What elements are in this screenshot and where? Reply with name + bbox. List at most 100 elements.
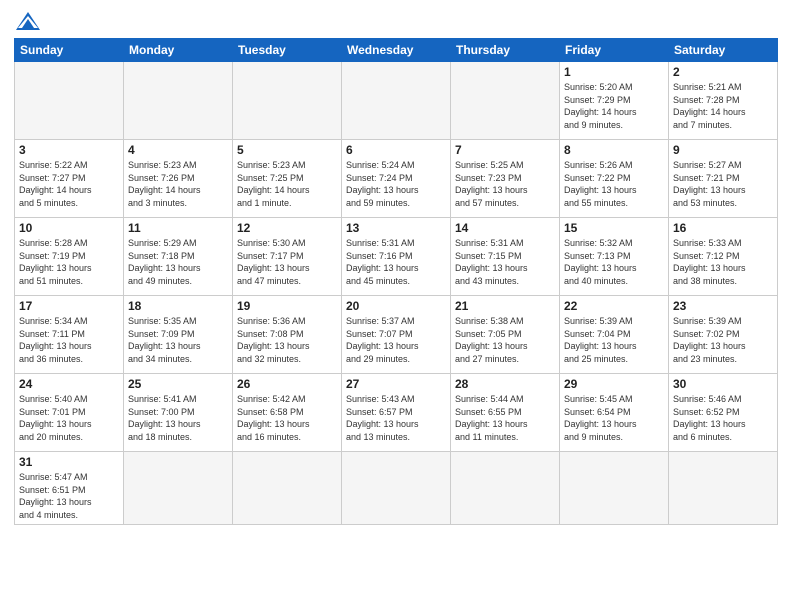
calendar-cell: 22 Sunrise: 5:39 AM Sunset: 7:04 PM Dayli… <box>560 296 669 374</box>
calendar-cell <box>124 452 233 525</box>
day-info: Sunrise: 5:22 AM Sunset: 7:27 PM Dayligh… <box>19 159 119 209</box>
day-info: Sunrise: 5:32 AM Sunset: 7:13 PM Dayligh… <box>564 237 664 287</box>
calendar-cell <box>451 62 560 140</box>
calendar-cell: 18 Sunrise: 5:35 AM Sunset: 7:09 PM Dayli… <box>124 296 233 374</box>
day-info: Sunrise: 5:40 AM Sunset: 7:01 PM Dayligh… <box>19 393 119 443</box>
calendar-cell: 24 Sunrise: 5:40 AM Sunset: 7:01 PM Dayli… <box>15 374 124 452</box>
day-info: Sunrise: 5:21 AM Sunset: 7:28 PM Dayligh… <box>673 81 773 131</box>
calendar-cell: 10 Sunrise: 5:28 AM Sunset: 7:19 PM Dayli… <box>15 218 124 296</box>
day-info: Sunrise: 5:43 AM Sunset: 6:57 PM Dayligh… <box>346 393 446 443</box>
calendar-cell: 4Sunrise: 5:23 AM Sunset: 7:26 PM Daylig… <box>124 140 233 218</box>
day-number: 10 <box>19 221 119 235</box>
day-number: 27 <box>346 377 446 391</box>
day-number: 5 <box>237 143 337 157</box>
calendar-cell <box>233 452 342 525</box>
day-info: Sunrise: 5:27 AM Sunset: 7:21 PM Dayligh… <box>673 159 773 209</box>
day-number: 29 <box>564 377 664 391</box>
day-info: Sunrise: 5:24 AM Sunset: 7:24 PM Dayligh… <box>346 159 446 209</box>
calendar-cell <box>124 62 233 140</box>
calendar-cell: 19 Sunrise: 5:36 AM Sunset: 7:08 PM Dayli… <box>233 296 342 374</box>
calendar-cell <box>451 452 560 525</box>
header <box>14 10 778 32</box>
calendar-cell: 26 Sunrise: 5:42 AM Sunset: 6:58 PM Dayli… <box>233 374 342 452</box>
day-number: 19 <box>237 299 337 313</box>
calendar-cell: 17Sunrise: 5:34 AM Sunset: 7:11 PM Dayli… <box>15 296 124 374</box>
calendar-cell: 6 Sunrise: 5:24 AM Sunset: 7:24 PM Daylig… <box>342 140 451 218</box>
day-info: Sunrise: 5:29 AM Sunset: 7:18 PM Dayligh… <box>128 237 228 287</box>
day-info: Sunrise: 5:36 AM Sunset: 7:08 PM Dayligh… <box>237 315 337 365</box>
day-number: 25 <box>128 377 228 391</box>
day-number: 2 <box>673 65 773 79</box>
calendar-cell: 31Sunrise: 5:47 AM Sunset: 6:51 PM Dayli… <box>15 452 124 525</box>
day-number: 6 <box>346 143 446 157</box>
day-info: Sunrise: 5:47 AM Sunset: 6:51 PM Dayligh… <box>19 471 119 521</box>
day-number: 7 <box>455 143 555 157</box>
calendar-cell: 2 Sunrise: 5:21 AM Sunset: 7:28 PM Daylig… <box>669 62 778 140</box>
day-number: 1 <box>564 65 664 79</box>
day-number: 14 <box>455 221 555 235</box>
calendar-cell: 30Sunrise: 5:46 AM Sunset: 6:52 PM Dayli… <box>669 374 778 452</box>
calendar-cell: 3 Sunrise: 5:22 AM Sunset: 7:27 PM Daylig… <box>15 140 124 218</box>
calendar-cell: 9 Sunrise: 5:27 AM Sunset: 7:21 PM Daylig… <box>669 140 778 218</box>
weekday-header-friday: Friday <box>560 39 669 62</box>
calendar-cell <box>342 452 451 525</box>
week-row-5: 31Sunrise: 5:47 AM Sunset: 6:51 PM Dayli… <box>15 452 778 525</box>
calendar-cell: 1 Sunrise: 5:20 AM Sunset: 7:29 PM Daylig… <box>560 62 669 140</box>
weekday-header-thursday: Thursday <box>451 39 560 62</box>
day-number: 12 <box>237 221 337 235</box>
calendar-cell: 23Sunrise: 5:39 AM Sunset: 7:02 PM Dayli… <box>669 296 778 374</box>
day-number: 13 <box>346 221 446 235</box>
weekday-header-sunday: Sunday <box>15 39 124 62</box>
day-info: Sunrise: 5:34 AM Sunset: 7:11 PM Dayligh… <box>19 315 119 365</box>
week-row-4: 24 Sunrise: 5:40 AM Sunset: 7:01 PM Dayli… <box>15 374 778 452</box>
calendar-cell: 11 Sunrise: 5:29 AM Sunset: 7:18 PM Dayli… <box>124 218 233 296</box>
day-number: 8 <box>564 143 664 157</box>
calendar-cell <box>233 62 342 140</box>
calendar-page: SundayMondayTuesdayWednesdayThursdayFrid… <box>0 0 792 612</box>
day-info: Sunrise: 5:44 AM Sunset: 6:55 PM Dayligh… <box>455 393 555 443</box>
day-info: Sunrise: 5:38 AM Sunset: 7:05 PM Dayligh… <box>455 315 555 365</box>
day-info: Sunrise: 5:20 AM Sunset: 7:29 PM Dayligh… <box>564 81 664 131</box>
logo-icon <box>14 10 42 32</box>
day-number: 21 <box>455 299 555 313</box>
weekday-header-tuesday: Tuesday <box>233 39 342 62</box>
day-number: 9 <box>673 143 773 157</box>
day-info: Sunrise: 5:35 AM Sunset: 7:09 PM Dayligh… <box>128 315 228 365</box>
day-number: 22 <box>564 299 664 313</box>
calendar-cell: 21 Sunrise: 5:38 AM Sunset: 7:05 PM Dayli… <box>451 296 560 374</box>
logo <box>14 10 46 32</box>
calendar-cell: 20Sunrise: 5:37 AM Sunset: 7:07 PM Dayli… <box>342 296 451 374</box>
day-number: 26 <box>237 377 337 391</box>
day-info: Sunrise: 5:42 AM Sunset: 6:58 PM Dayligh… <box>237 393 337 443</box>
day-number: 30 <box>673 377 773 391</box>
calendar-cell: 7 Sunrise: 5:25 AM Sunset: 7:23 PM Daylig… <box>451 140 560 218</box>
day-number: 24 <box>19 377 119 391</box>
day-info: Sunrise: 5:28 AM Sunset: 7:19 PM Dayligh… <box>19 237 119 287</box>
calendar-cell: 15Sunrise: 5:32 AM Sunset: 7:13 PM Dayli… <box>560 218 669 296</box>
day-info: Sunrise: 5:37 AM Sunset: 7:07 PM Dayligh… <box>346 315 446 365</box>
calendar-table: SundayMondayTuesdayWednesdayThursdayFrid… <box>14 38 778 525</box>
day-number: 3 <box>19 143 119 157</box>
day-number: 11 <box>128 221 228 235</box>
calendar-cell <box>669 452 778 525</box>
calendar-cell: 5 Sunrise: 5:23 AM Sunset: 7:25 PM Daylig… <box>233 140 342 218</box>
day-number: 18 <box>128 299 228 313</box>
week-row-2: 10 Sunrise: 5:28 AM Sunset: 7:19 PM Dayli… <box>15 218 778 296</box>
calendar-cell: 29Sunrise: 5:45 AM Sunset: 6:54 PM Dayli… <box>560 374 669 452</box>
calendar-cell: 13 Sunrise: 5:31 AM Sunset: 7:16 PM Dayli… <box>342 218 451 296</box>
day-number: 16 <box>673 221 773 235</box>
weekday-header-row: SundayMondayTuesdayWednesdayThursdayFrid… <box>15 39 778 62</box>
weekday-header-monday: Monday <box>124 39 233 62</box>
day-number: 23 <box>673 299 773 313</box>
day-info: Sunrise: 5:39 AM Sunset: 7:04 PM Dayligh… <box>564 315 664 365</box>
day-info: Sunrise: 5:33 AM Sunset: 7:12 PM Dayligh… <box>673 237 773 287</box>
weekday-header-saturday: Saturday <box>669 39 778 62</box>
day-info: Sunrise: 5:31 AM Sunset: 7:15 PM Dayligh… <box>455 237 555 287</box>
day-info: Sunrise: 5:23 AM Sunset: 7:25 PM Dayligh… <box>237 159 337 209</box>
day-info: Sunrise: 5:31 AM Sunset: 7:16 PM Dayligh… <box>346 237 446 287</box>
calendar-cell <box>560 452 669 525</box>
weekday-header-wednesday: Wednesday <box>342 39 451 62</box>
day-info: Sunrise: 5:41 AM Sunset: 7:00 PM Dayligh… <box>128 393 228 443</box>
day-info: Sunrise: 5:25 AM Sunset: 7:23 PM Dayligh… <box>455 159 555 209</box>
calendar-cell: 28Sunrise: 5:44 AM Sunset: 6:55 PM Dayli… <box>451 374 560 452</box>
